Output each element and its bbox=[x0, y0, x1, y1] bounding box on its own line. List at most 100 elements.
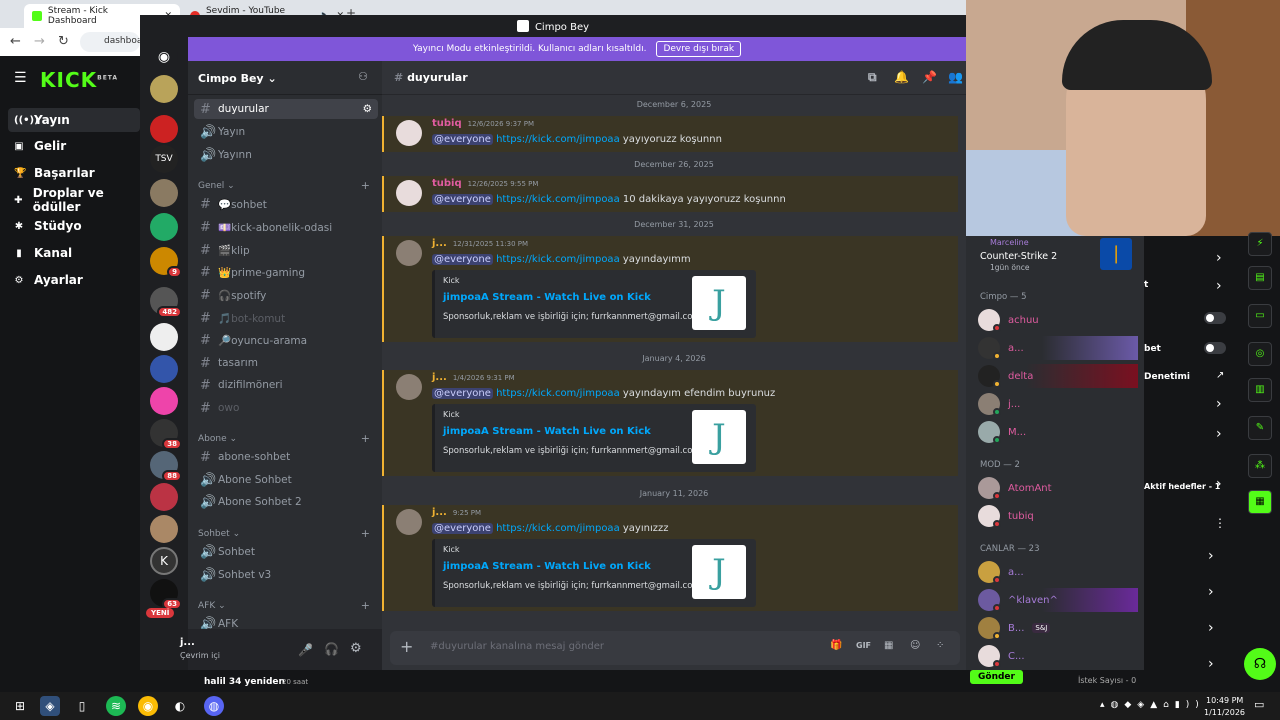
add-friend-icon[interactable]: ⚇ bbox=[358, 70, 368, 83]
channel-klip[interactable]: # 🎬klip bbox=[194, 240, 378, 260]
member-item[interactable]: AtomAnt bbox=[978, 476, 1138, 500]
server-icon[interactable]: 482 bbox=[150, 287, 182, 318]
kick-menu-kanal[interactable]: ▮ Kanal bbox=[8, 241, 140, 265]
discord-home-icon[interactable]: ◉ bbox=[150, 43, 178, 71]
channel-spotify[interactable]: # 🎧spotify bbox=[194, 285, 378, 305]
embed-title[interactable]: jimpoaA Stream - Watch Live on Kick bbox=[443, 292, 651, 303]
more-options-icon[interactable]: ⋮ bbox=[1214, 516, 1226, 530]
channel-duyurular[interactable]: # duyurular ⚙ bbox=[194, 99, 378, 119]
external-link-icon[interactable]: ↗ bbox=[1216, 370, 1224, 381]
app-icon[interactable]: ◈ bbox=[40, 696, 60, 716]
lightning-icon[interactable]: ⚡ bbox=[1248, 232, 1272, 256]
message-author[interactable]: j... bbox=[432, 507, 447, 518]
avatar[interactable] bbox=[396, 180, 422, 206]
channel-prime-gaming[interactable]: # 👑prime-gaming bbox=[194, 262, 378, 282]
headphones-icon[interactable]: 🎧 bbox=[324, 642, 339, 656]
server-icon[interactable]: 88 bbox=[150, 451, 182, 482]
gif-icon[interactable]: GIF bbox=[856, 641, 871, 650]
message-author[interactable]: j... bbox=[432, 372, 447, 383]
back-icon[interactable]: ← bbox=[10, 34, 21, 49]
avatar[interactable] bbox=[396, 120, 422, 146]
embed-title[interactable]: jimpoaA Stream - Watch Live on Kick bbox=[443, 426, 651, 437]
message-author[interactable]: tubiq bbox=[432, 178, 462, 189]
message-author[interactable]: tubiq bbox=[432, 118, 462, 129]
embed-thumbnail[interactable]: J bbox=[692, 410, 746, 464]
kick-menu-ayarlar[interactable]: ⚙ Ayarlar bbox=[8, 268, 140, 292]
chevron-right-icon[interactable]: › bbox=[1208, 620, 1214, 636]
avatar[interactable] bbox=[396, 509, 422, 535]
avatar[interactable] bbox=[396, 240, 422, 266]
member-item[interactable]: M... bbox=[978, 420, 1138, 444]
pin-icon[interactable]: 📌 bbox=[922, 70, 937, 84]
channel-abone-sohbet-voice[interactable]: 🔊 Abone Sohbet bbox=[194, 470, 378, 490]
channel-owo[interactable]: # owo bbox=[194, 398, 378, 418]
member-item[interactable]: a... bbox=[978, 336, 1138, 360]
settings-icon[interactable]: ⚙ bbox=[363, 103, 372, 115]
toggle-switch[interactable] bbox=[1204, 342, 1226, 354]
server-icon-cimpo-bey[interactable] bbox=[150, 323, 178, 351]
mention[interactable]: @everyone bbox=[432, 194, 493, 205]
add-channel-icon[interactable]: + bbox=[361, 179, 370, 192]
app-icon[interactable]: ▯ bbox=[72, 696, 92, 716]
sticker-icon[interactable]: ▦ bbox=[884, 640, 893, 651]
broadcast-icon[interactable]: ◎ bbox=[1248, 342, 1272, 366]
chrome-icon[interactable]: ◉ bbox=[138, 696, 158, 716]
add-channel-icon[interactable]: + bbox=[361, 432, 370, 445]
send-button[interactable]: Gönder bbox=[970, 670, 1023, 684]
kick-logo[interactable]: KICKBETA bbox=[40, 68, 118, 92]
add-channel-icon[interactable]: + bbox=[361, 599, 370, 612]
mention[interactable]: @everyone bbox=[432, 388, 493, 399]
apps-icon[interactable]: ⁘ bbox=[936, 640, 944, 651]
url-bar[interactable]: dashboa bbox=[80, 32, 140, 52]
message-author[interactable]: j... bbox=[432, 238, 447, 249]
channel-yayinn[interactable]: 🔊 Yayınn bbox=[194, 145, 378, 165]
channel-sohbet-v3[interactable]: 🔊 Sohbet v3 bbox=[194, 565, 378, 585]
channel-sohbet-voice[interactable]: 🔊 Sohbet bbox=[194, 542, 378, 562]
member-item[interactable]: achuu bbox=[978, 308, 1138, 332]
add-attachment-icon[interactable]: + bbox=[400, 637, 413, 656]
message-link[interactable]: https://kick.com/jimpoaa bbox=[496, 134, 620, 145]
member-item[interactable]: C... bbox=[978, 644, 1138, 668]
hamburger-menu-icon[interactable]: ☰ bbox=[14, 70, 27, 86]
member-item[interactable]: tubiq bbox=[978, 504, 1138, 528]
message-link[interactable]: https://kick.com/jimpoaa bbox=[496, 254, 620, 265]
reload-icon[interactable]: ↻ bbox=[58, 34, 69, 49]
disable-streamer-mode-button[interactable]: Devre dışı bırak bbox=[656, 41, 742, 57]
server-icon[interactable] bbox=[150, 179, 178, 207]
server-icon[interactable]: 38 bbox=[150, 419, 182, 450]
category-afk[interactable]: AFK ⌄ bbox=[198, 601, 226, 611]
forward-icon[interactable]: → bbox=[34, 34, 45, 49]
kick-menu-droplar[interactable]: ✚ Droplar ve ödüller bbox=[8, 186, 140, 214]
kick-menu-basarilar[interactable]: 🏆 Başarılar bbox=[8, 161, 140, 185]
server-icon[interactable]: 63 bbox=[150, 579, 182, 610]
message-link[interactable]: https://kick.com/jimpoaa bbox=[496, 194, 620, 205]
channel-abone-sohbet[interactable]: # abone-sohbet bbox=[194, 447, 378, 467]
notification-icon[interactable]: ▭ bbox=[1254, 698, 1264, 711]
share-icon[interactable]: ⁂ bbox=[1248, 454, 1272, 478]
activity-card[interactable]: Marceline Counter-Strike 2 1gün önce ❘ bbox=[974, 236, 1136, 276]
message-composer[interactable]: + #duyurular kanalına mesaj gönder 🎁 GIF… bbox=[390, 631, 960, 665]
message-link[interactable]: https://kick.com/jimpoaa bbox=[496, 523, 620, 534]
category-genel[interactable]: Genel ⌄ bbox=[198, 181, 235, 191]
chevron-right-icon[interactable]: › bbox=[1216, 250, 1222, 266]
avatar[interactable] bbox=[146, 639, 170, 663]
server-icon[interactable] bbox=[150, 483, 178, 511]
channel-oyuncu-arama[interactable]: # 🔎oyuncu-arama bbox=[194, 330, 378, 350]
channel-kick-abonelik-odasi[interactable]: # 💷kick-abonelik-odasi bbox=[194, 217, 378, 237]
discord-icon[interactable]: ◍ bbox=[204, 696, 224, 716]
member-item[interactable]: B... S&J bbox=[978, 616, 1138, 640]
server-icon[interactable]: TSV bbox=[150, 145, 178, 173]
windows-start-icon[interactable]: ⊞ bbox=[10, 696, 30, 716]
chevron-right-icon[interactable]: › bbox=[1216, 396, 1222, 412]
server-header[interactable]: Cimpo Bey ⌄ ⚇ bbox=[188, 61, 382, 95]
document-icon[interactable]: ▤ bbox=[1248, 266, 1272, 290]
embed-thumbnail[interactable]: J bbox=[692, 276, 746, 330]
threads-icon[interactable]: ⧉ bbox=[868, 70, 877, 85]
toggle-switch[interactable] bbox=[1204, 312, 1226, 324]
kick-menu-gelir[interactable]: ▣ Gelir bbox=[8, 134, 140, 158]
server-icon[interactable] bbox=[150, 213, 178, 241]
embed-title[interactable]: jimpoaA Stream - Watch Live on Kick bbox=[443, 561, 651, 572]
emoji-icon[interactable]: ☺ bbox=[910, 640, 920, 651]
member-item[interactable]: a... bbox=[978, 560, 1138, 584]
server-icon[interactable] bbox=[150, 387, 178, 415]
